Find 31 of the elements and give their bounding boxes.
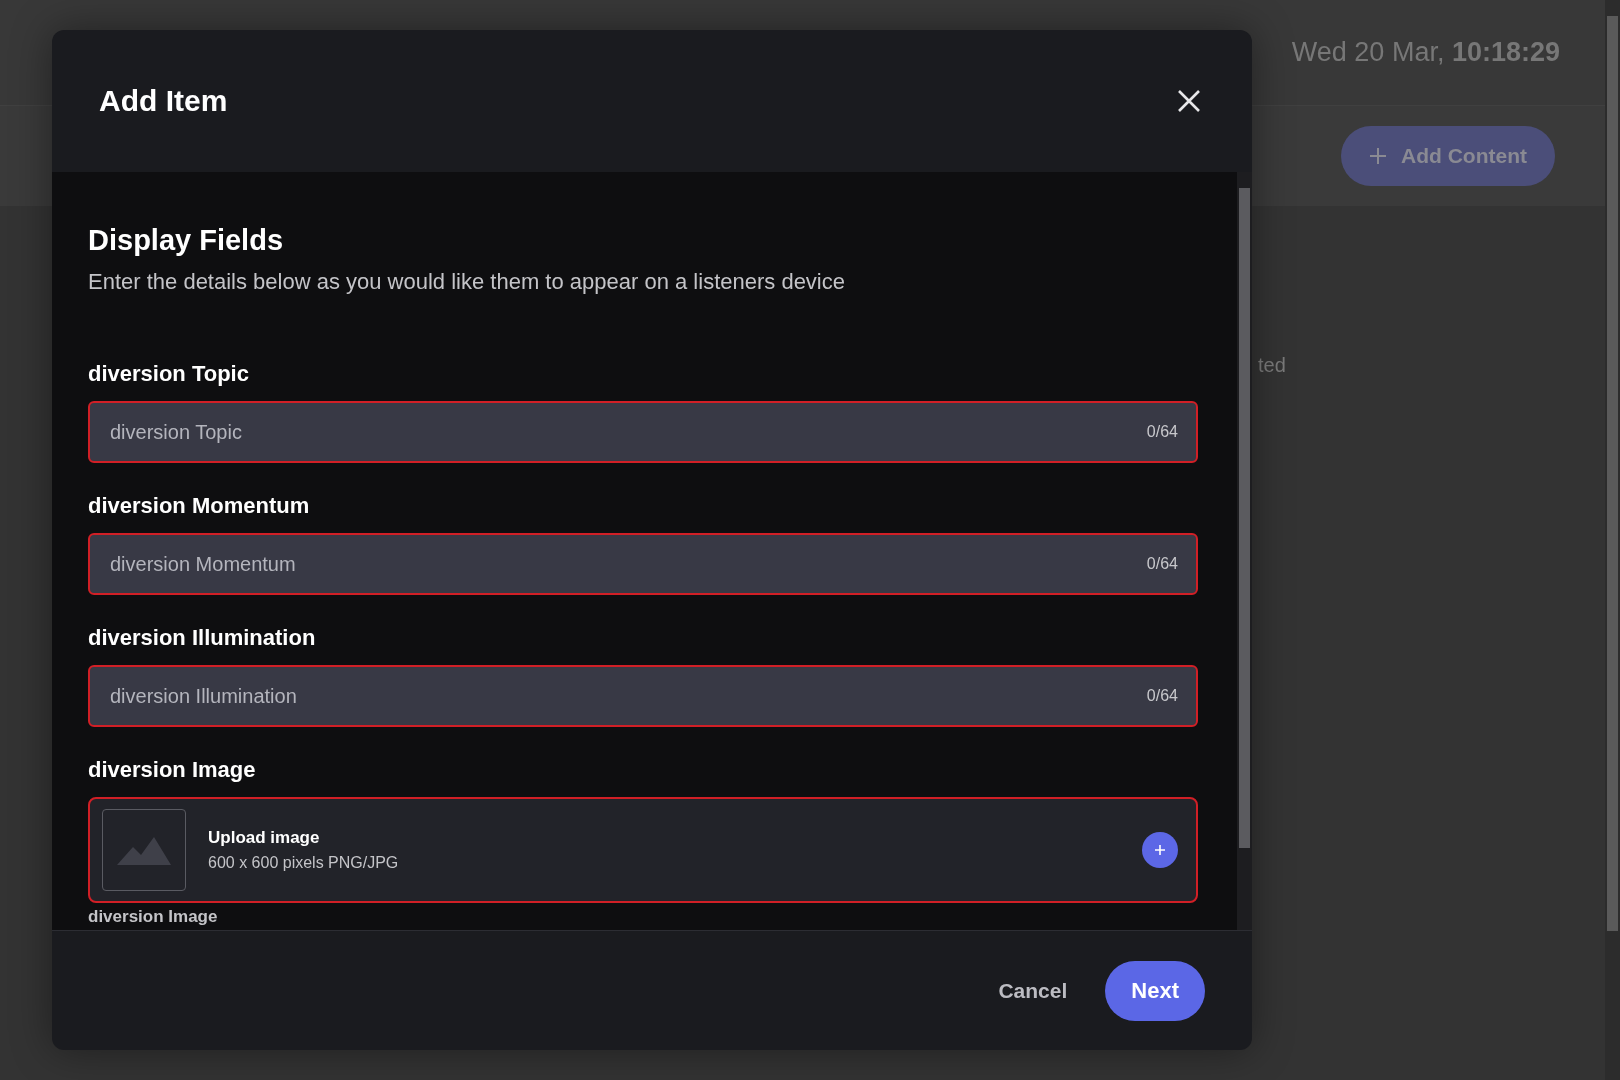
helper-text: diversion Image <box>88 907 219 927</box>
date-time: Wed 20 Mar, 10:18:29 <box>1291 37 1560 68</box>
character-counter: 0/64 <box>1146 687 1178 705</box>
field-label: diversion Image <box>88 757 257 783</box>
section-title: Display Fields <box>88 224 284 257</box>
character-counter: 0/64 <box>1146 423 1178 441</box>
next-button[interactable]: Next <box>1105 960 1205 1021</box>
plus-icon <box>1369 147 1387 165</box>
text-input[interactable]: diversion Topic <box>108 419 1147 445</box>
mountain-icon <box>117 835 171 865</box>
text-input-field[interactable]: diversion Topic 0/64 <box>88 401 1198 463</box>
text-input[interactable]: diversion Momentum <box>108 551 1147 577</box>
text-input-field[interactable]: diversion Momentum 0/64 <box>88 533 1198 595</box>
image-upload-field[interactable]: Upload image 600 x 600 pixels PNG/JPG <box>88 797 1198 903</box>
field-label: diversion Illumination <box>88 625 317 651</box>
character-counter: 0/64 <box>1146 555 1178 573</box>
background-text: ted <box>1258 354 1286 377</box>
dialog-scrollbar[interactable] <box>1237 172 1252 930</box>
text-input-field[interactable]: diversion Illumination 0/64 <box>88 665 1198 727</box>
field-label: diversion Momentum <box>88 493 311 519</box>
upload-hint: 600 x 600 pixels PNG/JPG <box>208 854 400 872</box>
close-icon <box>1178 90 1200 112</box>
upload-title: Upload image <box>208 828 321 848</box>
page-scrollbar[interactable] <box>1605 0 1620 1080</box>
add-image-button[interactable] <box>1142 832 1178 868</box>
section-subtitle: Enter the details below as you would like them to appear on a listeners device <box>88 269 846 295</box>
cancel-button[interactable]: Cancel <box>992 977 1074 1004</box>
field-label: diversion Topic <box>88 361 250 387</box>
dialog-title: Add Item <box>99 84 228 118</box>
plus-icon <box>1154 844 1166 856</box>
text-input[interactable]: diversion Illumination <box>108 683 1147 709</box>
